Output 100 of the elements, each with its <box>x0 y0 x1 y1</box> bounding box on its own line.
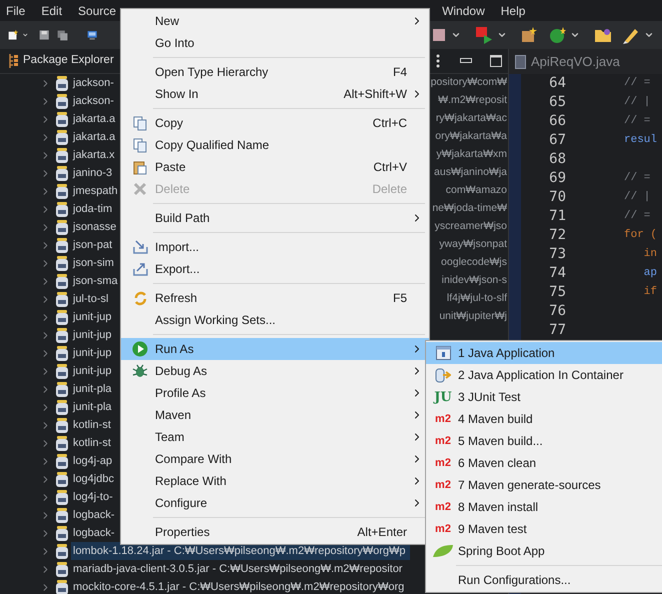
code-text: // = <box>624 76 650 92</box>
tree-item-label[interactable]: mariadb-java-client-3.0.5.jar - C:₩Users₩pilseong₩.m2₩repositor <box>71 560 406 578</box>
menu-item[interactable]: Properties Alt+Enter <box>121 521 429 543</box>
stop-icon[interactable] <box>431 27 447 43</box>
tree-item-label[interactable]: jul-to-sl <box>71 290 112 308</box>
maven-logo-icon: m2 <box>435 502 451 512</box>
menu-item[interactable]: Debug As <box>121 360 429 382</box>
menu-item[interactable]: Go Into <box>121 32 429 54</box>
tree-item-label[interactable]: json-sma <box>71 272 122 290</box>
junit-logo-icon: JU <box>434 390 452 404</box>
tree-item-label[interactable]: logback- <box>71 506 119 524</box>
jar-icon <box>55 472 69 486</box>
tree-item-label[interactable]: jakarta.a <box>71 110 120 128</box>
jar-icon <box>55 328 69 342</box>
menu-item[interactable]: m2 4 Maven build <box>426 408 662 430</box>
tree-item-label[interactable]: log4jdbc <box>71 470 118 488</box>
pen-icon[interactable] <box>622 26 640 44</box>
package-icon[interactable] <box>521 27 537 43</box>
tree-item-label[interactable]: jsonasse <box>71 218 120 236</box>
maven-logo-icon: m2 <box>435 480 451 490</box>
menu-bar-item[interactable]: Edit <box>41 2 62 20</box>
tree-item-label[interactable]: jmespath <box>71 182 122 200</box>
tree-item-label[interactable]: jackson- <box>71 74 118 92</box>
menu-item[interactable]: Show In Alt+Shift+W <box>121 83 429 105</box>
tree-item-label[interactable]: junit-pla <box>71 380 116 398</box>
menu-item[interactable]: m2 5 Maven build... <box>426 430 662 452</box>
tree-item-label[interactable]: log4j-ap <box>71 452 116 470</box>
menu-item[interactable]: Assign Working Sets... <box>121 309 429 331</box>
menu-item[interactable]: Run Configurations... <box>426 569 662 591</box>
caret-icon[interactable] <box>451 30 461 40</box>
tree-item-label[interactable]: junit-jup <box>71 326 116 344</box>
caret-icon[interactable] <box>644 30 654 40</box>
line-number: 74 <box>548 264 566 283</box>
menu-item[interactable]: New <box>121 10 429 32</box>
jar-icon <box>55 454 69 468</box>
bug-icon <box>132 363 148 379</box>
view-menu-icon[interactable] <box>436 54 440 68</box>
menu-item[interactable]: Import... <box>121 236 429 258</box>
panel-title[interactable]: Package Explorer <box>23 52 114 70</box>
tree-item-path: ne₩joda-time₩ <box>432 201 507 216</box>
menu-item[interactable]: 2 Java Application In Container <box>426 364 662 386</box>
line-number: 66 <box>548 112 566 131</box>
menu-item[interactable]: m2 8 Maven install <box>426 496 662 518</box>
menu-item[interactable]: m2 9 Maven test <box>426 518 662 540</box>
menu-item[interactable]: m2 7 Maven generate-sources <box>426 474 662 496</box>
maximize-icon[interactable] <box>490 55 502 67</box>
new-class-icon[interactable] <box>549 26 566 44</box>
menu-bar-item[interactable]: File <box>6 2 26 20</box>
tree-item-label[interactable]: json-pat <box>71 236 116 254</box>
menu-bar-item[interactable]: Source <box>78 2 116 20</box>
menu-item[interactable]: Profile As <box>121 382 429 404</box>
container-icon <box>435 368 451 382</box>
menu-item[interactable]: Build Path <box>121 207 429 229</box>
menu-item[interactable]: Paste Ctrl+V <box>121 156 429 178</box>
tree-item-label[interactable]: kotlin-st <box>71 434 115 452</box>
java-file-icon <box>515 54 526 68</box>
menu-item[interactable]: Compare With <box>121 448 429 470</box>
menu-item[interactable]: Run As <box>121 338 429 360</box>
tree-item-label[interactable]: jakarta.x <box>71 146 119 164</box>
menu-item[interactable]: Copy Ctrl+C <box>121 112 429 134</box>
code-text: for ( <box>624 228 658 244</box>
jar-icon <box>55 166 69 180</box>
tree-item-label[interactable]: mockito-core-4.5.1.jar - C:₩Users₩pilseong₩.m2₩repository₩org <box>71 578 408 594</box>
maven-logo-icon: m2 <box>435 458 451 468</box>
maven-logo-icon: m2 <box>435 436 451 446</box>
menu-item[interactable]: Spring Boot App <box>426 540 662 562</box>
run-config-icon[interactable] <box>475 26 493 44</box>
tree-item-label[interactable]: junit-jup <box>71 362 116 380</box>
menu-item[interactable]: 1 Java Application <box>426 342 662 364</box>
menu-item[interactable]: Configure <box>121 492 429 514</box>
menu-item[interactable]: Open Type Hierarchy F4 <box>121 61 429 83</box>
tree-item-label[interactable]: json-sim <box>71 254 118 272</box>
menu-item[interactable]: m2 6 Maven clean <box>426 452 662 474</box>
tree-item-label[interactable]: junit-jup <box>71 344 116 362</box>
caret-icon[interactable] <box>497 30 507 40</box>
code-text: // = <box>624 209 650 224</box>
caret-icon[interactable] <box>570 30 580 40</box>
tree-item-label[interactable]: jakarta.a <box>71 128 120 146</box>
menu-bar-item[interactable]: Help <box>500 2 526 20</box>
menu-item[interactable]: Maven <box>121 404 429 426</box>
menu-item[interactable]: Refresh F5 <box>121 287 429 309</box>
line-number: 69 <box>548 169 566 188</box>
menu-item[interactable]: Copy Qualified Name <box>121 134 429 156</box>
tree-item-label[interactable]: logback- <box>71 524 119 542</box>
menu-item[interactable]: Export... <box>121 258 429 280</box>
tree-item-label[interactable]: janino-3 <box>71 164 116 182</box>
menu-item[interactable]: Team <box>121 426 429 448</box>
tree-item-label[interactable]: joda-tim <box>71 200 116 218</box>
folder-icon[interactable] <box>594 27 612 43</box>
tree-item-label[interactable]: jackson- <box>71 92 118 110</box>
menu-item[interactable]: Replace With <box>121 470 429 492</box>
minimize-icon[interactable] <box>460 58 472 64</box>
tree-item-label[interactable]: junit-jup <box>71 308 116 326</box>
tree-item-label[interactable]: kotlin-st <box>71 416 115 434</box>
tree-item-label[interactable]: log4j-to- <box>71 488 117 506</box>
tree-item-label[interactable]: junit-pla <box>71 398 116 416</box>
menu-item[interactable]: JU 3 JUnit Test <box>426 386 662 408</box>
maven-logo-icon: m2 <box>435 524 451 534</box>
menu-bar-item[interactable]: Window <box>442 2 485 20</box>
package-explorer-icon <box>9 54 19 68</box>
